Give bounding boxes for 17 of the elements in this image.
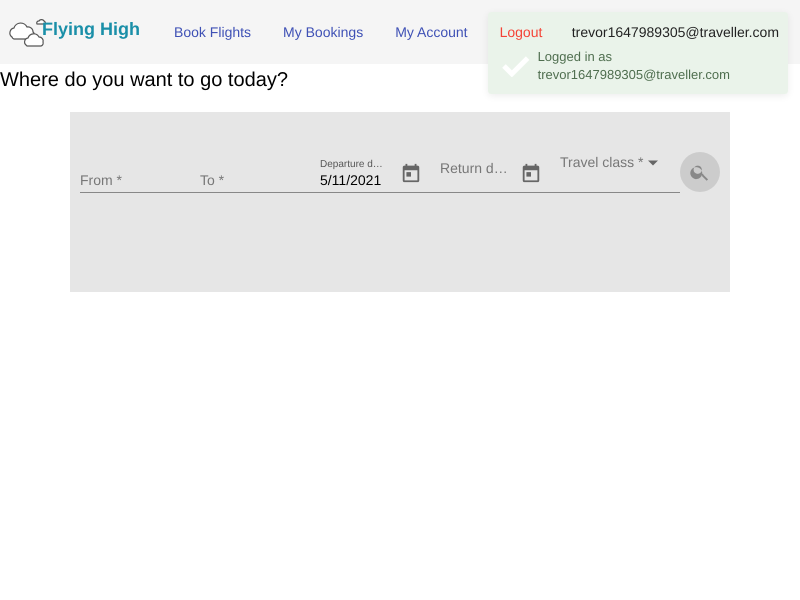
calendar-icon[interactable] — [520, 162, 542, 184]
page-heading: Where do you want to go today? — [0, 70, 288, 90]
select-field[interactable]: Travel class * — [560, 148, 680, 192]
text-field[interactable]: To * — [200, 172, 320, 188]
user-email: trevor1647989305@traveller.com — [572, 24, 780, 40]
text-field[interactable]: From * — [80, 172, 200, 188]
calendar-icon[interactable] — [400, 162, 422, 184]
date-field[interactable]: 5/11/2021 — [320, 172, 392, 188]
nav-link[interactable]: My Account — [379, 24, 484, 40]
date-field[interactable]: Return d… — [440, 160, 512, 176]
field-label: Departure d… — [320, 159, 384, 170]
logout-link[interactable]: Logout — [484, 24, 558, 40]
nav-link[interactable]: Book Flights — [158, 24, 268, 40]
caret-icon — [648, 160, 658, 166]
search-button[interactable] — [680, 152, 720, 192]
brand-name[interactable]: Flying High — [42, 18, 140, 40]
nav-link[interactable]: My Bookings — [267, 24, 380, 40]
